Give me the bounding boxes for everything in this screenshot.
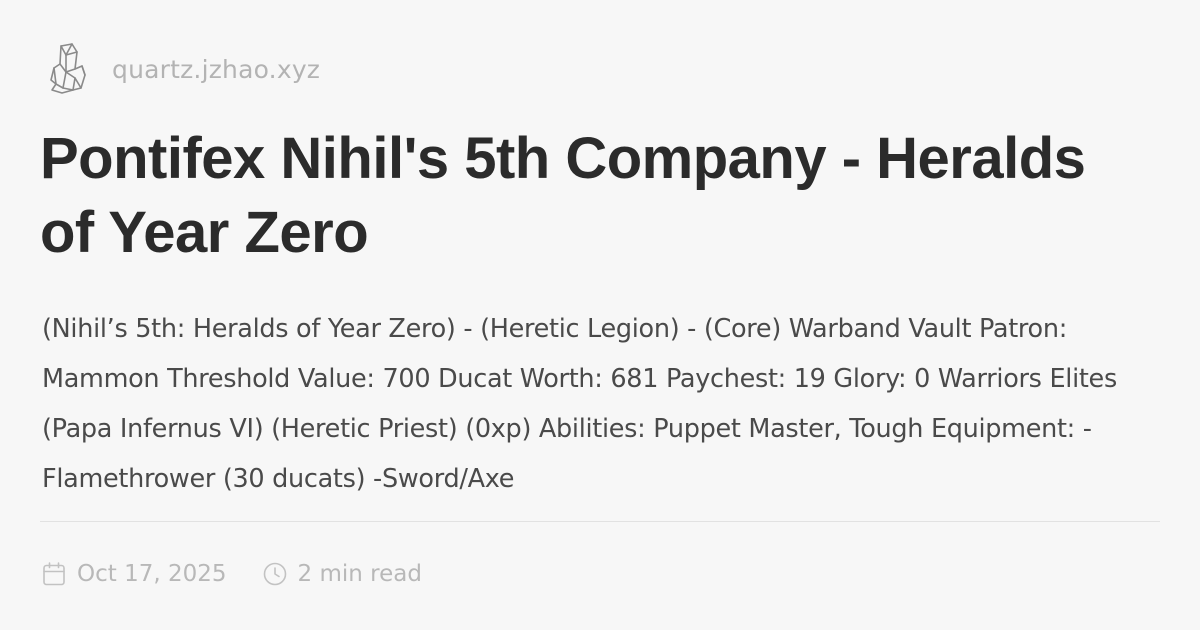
- clock-icon: [263, 561, 298, 587]
- publish-date: Oct 17, 2025: [77, 561, 227, 587]
- crystal-icon: [48, 42, 88, 96]
- reading-time: 2 min read: [297, 561, 422, 587]
- reading-time-meta: 2 min read: [263, 561, 422, 587]
- calendar-icon: [42, 561, 77, 587]
- meta-row: Oct 17, 2025 2 min read: [42, 557, 422, 591]
- divider: [40, 521, 1160, 522]
- site-domain[interactable]: quartz.jzhao.xyz: [112, 55, 320, 84]
- page-title: Pontifex Nihil's 5th Company - Heralds o…: [40, 126, 1086, 265]
- site-header: quartz.jzhao.xyz: [48, 42, 320, 96]
- page-excerpt: (Nihil’s 5th: Heralds of Year Zero) - (H…: [42, 314, 1117, 492]
- date-meta: Oct 17, 2025: [42, 561, 227, 587]
